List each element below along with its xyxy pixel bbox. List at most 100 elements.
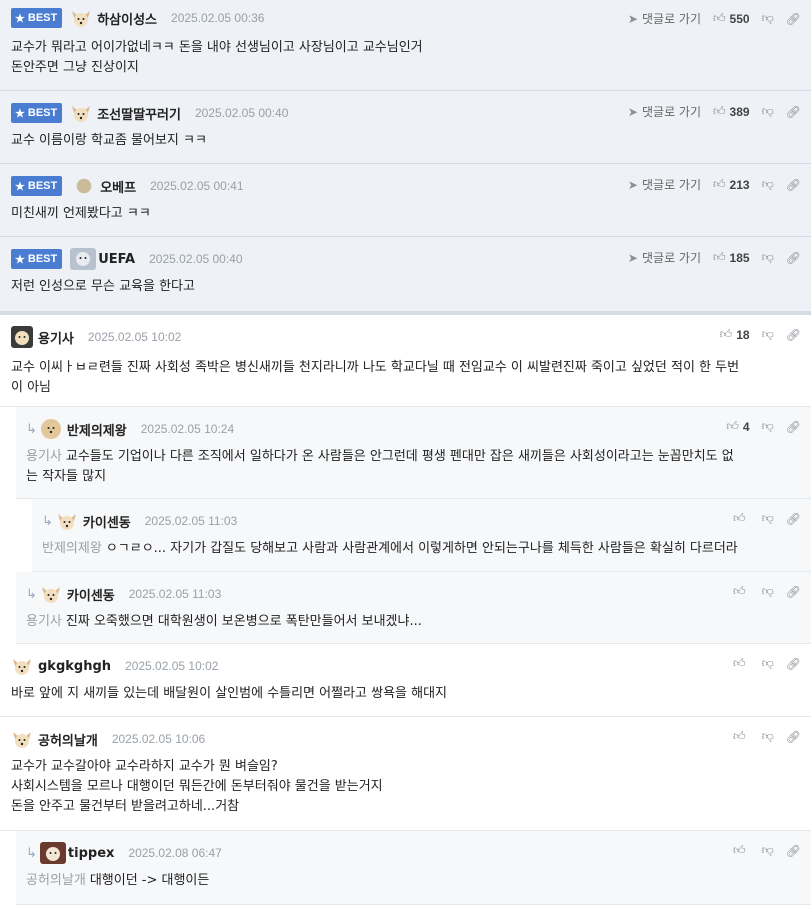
like-button[interactable]: 👍︎ [733,729,750,744]
link-button[interactable]: 🔗︎ [786,844,801,858]
thumbs-up-icon: 👍︎ [726,419,739,433]
nickname[interactable]: gkgkghgh [38,659,111,674]
link-icon: 🔗︎ [785,656,801,671]
thumbs-down-icon: 👎︎ [761,843,774,857]
avatar[interactable] [76,178,92,194]
reply-target[interactable]: 공허의날개 [26,873,86,888]
dislike-button[interactable]: 👎︎ [762,729,774,744]
nickname[interactable]: 오베프 [100,177,136,196]
link-button[interactable]: 🔗︎ [786,512,801,526]
go-to-comment-link[interactable]: ➤ 댓글로 가기 [628,249,701,266]
avatar[interactable] [56,510,78,532]
like-button[interactable]: 👍︎ [733,656,750,671]
avatar[interactable] [11,728,33,750]
avatar[interactable] [11,655,33,677]
reply-target[interactable]: 용기사 [26,449,62,464]
like-count: 389 [729,104,750,119]
comment-text: 미친새끼 언제봤다고 ㅋㅋ [11,206,151,221]
reply-target[interactable]: 용기사 [26,614,62,629]
link-icon: 🔗︎ [785,729,801,744]
like-count: 185 [729,250,750,265]
link-icon: 🔗︎ [785,104,801,119]
thumbs-up-icon: 👍︎ [733,843,746,857]
like-button[interactable]: 👍︎ 4 [726,419,749,434]
go-to-comment-link[interactable]: ➤ 댓글로 가기 [628,10,701,27]
like-button[interactable]: 👍︎ [733,843,750,858]
link-button[interactable]: 🔗︎ [786,585,801,599]
best-comment: ★ BEST 하삼이성스 2025.02.05 00:36 ➤ 댓글로 가기 👍︎ 5… [0,0,811,91]
like-button[interactable]: 👍︎ [733,511,750,526]
comment-text: 교수 이씨ㅏㅂㄹ련들 진짜 사회성 족박은 병신새끼들 천지라니까 나도 학교다… [11,360,740,395]
best-badge: ★ BEST [11,103,63,123]
go-to-comment-link[interactable]: ➤ 댓글로 가기 [628,103,701,120]
link-button[interactable]: 🔗︎ [786,730,801,744]
avatar[interactable] [40,583,62,605]
nickname[interactable]: 카이센동 [83,512,131,531]
link-button[interactable]: 🔗︎ [786,328,801,342]
nickname[interactable]: 카이센동 [67,585,115,604]
go-to-comment-link[interactable]: ➤ 댓글로 가기 [628,176,701,193]
avatar[interactable] [11,326,33,348]
avatar[interactable] [70,102,92,124]
dislike-button[interactable]: 👎︎ [762,177,774,192]
avatar[interactable] [39,842,66,864]
star-icon: ★ [15,107,25,120]
like-button[interactable]: 👍︎ 185 [713,250,750,265]
timestamp: 2025.02.05 10:06 [111,732,206,746]
link-button[interactable]: 🔗︎ [786,105,801,119]
link-button[interactable]: 🔗︎ [786,178,801,192]
like-button[interactable]: 👍︎ 550 [713,11,750,26]
best-comment: ★ BEST 오베프 2025.02.05 00:41 ➤ 댓글로 가기 👍︎ 213… [0,164,811,237]
dislike-button[interactable]: 👎︎ [762,419,774,434]
thumbs-down-icon: 👎︎ [761,511,774,525]
dislike-button[interactable]: 👎︎ [762,327,774,342]
thumbs-up-icon: 👍︎ [733,656,746,670]
send-icon: ➤ [627,250,638,265]
nickname[interactable]: 하삼이성스 [97,9,157,28]
like-button[interactable]: 👍︎ [733,584,750,599]
link-icon: 🔗︎ [785,250,801,265]
dislike-button[interactable]: 👎︎ [762,843,774,858]
dislike-button[interactable]: 👎︎ [762,250,774,265]
nickname[interactable]: 용기사 [38,328,74,347]
reply-comment: ↳ tippex 2025.02.08 06:47 👍︎ 👎︎ 🔗︎ 공허의날개… [16,831,811,905]
link-icon: 🔗︎ [785,11,801,26]
link-button[interactable]: 🔗︎ [786,12,801,26]
nickname[interactable]: 조선딸딸꾸러기 [97,104,181,123]
comment-text: 용기사 진짜 오죽했으면 대학원생이 보온병으로 폭탄만들어서 보내겠냐... [26,614,422,629]
dislike-button[interactable]: 👎︎ [762,11,774,26]
dislike-button[interactable]: 👎︎ [762,656,774,671]
star-icon: ★ [15,12,25,25]
like-button[interactable]: 👍︎ 18 [720,327,750,342]
dislike-button[interactable]: 👎︎ [762,104,774,119]
reply-comment: ↳ 카이센동 2025.02.05 11:03 👍︎ 👎︎ 🔗︎ 반제의제왕 ㅇㄱ… [32,499,811,572]
like-count: 213 [729,177,750,192]
nickname[interactable]: 공허의날개 [38,730,98,749]
nickname[interactable]: 반제의제왕 [67,420,127,439]
like-button[interactable]: 👍︎ 389 [713,104,750,119]
comment: 용기사 2025.02.05 10:02 👍︎ 18 👎︎ 🔗︎ 교수 이씨ㅏㅂㄹ… [0,312,811,407]
star-icon: ★ [15,180,25,193]
nickname[interactable]: UEFA [98,252,135,267]
avatar[interactable] [70,248,97,270]
like-button[interactable]: 👍︎ 213 [713,177,750,192]
send-icon: ➤ [627,11,638,26]
timestamp: 2025.02.08 06:47 [128,846,222,860]
timestamp: 2025.02.05 10:02 [125,659,219,673]
dislike-button[interactable]: 👎︎ [762,584,774,599]
avatar[interactable] [70,7,92,29]
timestamp: 2025.02.05 00:41 [150,179,244,193]
link-button[interactable]: 🔗︎ [786,657,801,671]
reply-target[interactable]: 반제의제왕 [42,541,102,556]
link-button[interactable]: 🔗︎ [786,251,801,265]
dislike-button[interactable]: 👎︎ [762,511,774,526]
avatar[interactable] [40,418,62,440]
nickname[interactable]: tippex [68,846,114,861]
send-icon: ➤ [627,177,638,192]
reply-arrow-icon: ↳ [26,845,37,861]
link-icon: 🔗︎ [785,511,801,526]
timestamp: 2025.02.05 10:02 [87,330,182,344]
like-count: 4 [742,419,750,434]
timestamp: 2025.02.05 00:40 [194,106,289,120]
link-button[interactable]: 🔗︎ [786,420,801,434]
